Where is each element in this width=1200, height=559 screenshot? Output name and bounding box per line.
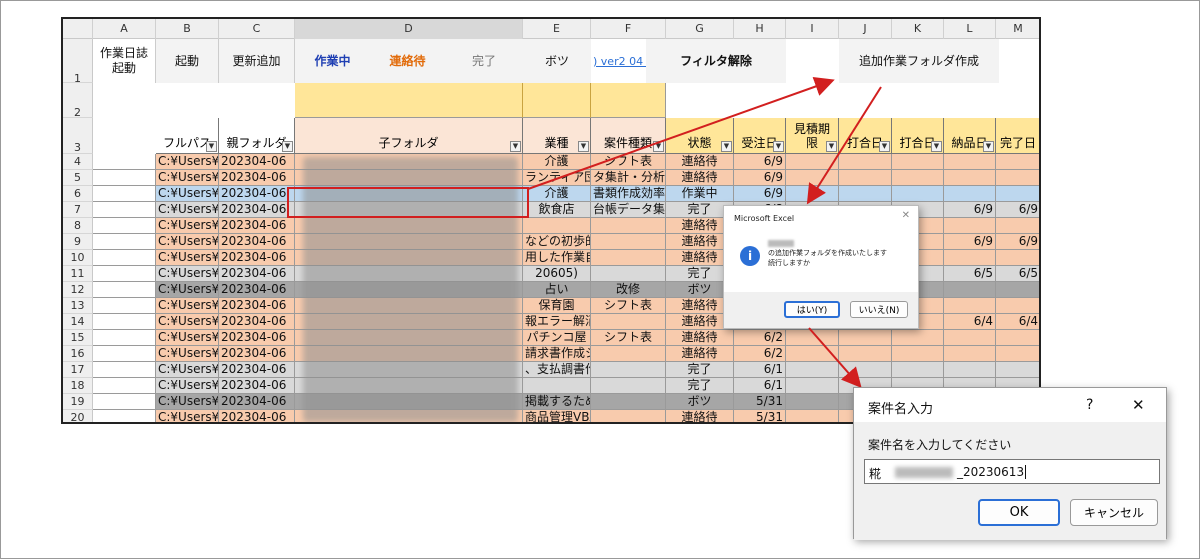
arrow-msgbox-to-inputbox (808, 327, 862, 389)
inputbox-body: 案件名を入力してください 糀 _20230613 OK キャンセル (854, 422, 1166, 540)
case-name-input[interactable]: 糀 _20230613 (864, 459, 1160, 484)
cancel-button[interactable]: キャンセル (1070, 499, 1158, 526)
close-icon[interactable]: ✕ (1132, 396, 1145, 414)
help-icon[interactable]: ? (1086, 397, 1093, 413)
inputbox-dialog: 案件名入力 ? ✕ 案件名を入力してください 糀 _20230613 OK キャ… (853, 387, 1167, 540)
inputbox-prompt: 案件名を入力してください (868, 438, 1012, 452)
redacted-input-text (895, 467, 953, 478)
ok-button[interactable]: OK (978, 499, 1060, 526)
input-value-prefix: 糀 (869, 467, 882, 481)
screenshot-frame: A B C D E F G H I J K L M 1 2 3 4 5 6 7 … (0, 0, 1200, 559)
arrow-row-to-button (527, 76, 835, 190)
arrow-button-to-msgbox (806, 86, 882, 205)
input-value-suffix: _20230613 (957, 465, 1027, 479)
inputbox-titlebar: 案件名入力 ? ✕ (854, 388, 1166, 422)
inputbox-title: 案件名入力 (868, 402, 934, 417)
